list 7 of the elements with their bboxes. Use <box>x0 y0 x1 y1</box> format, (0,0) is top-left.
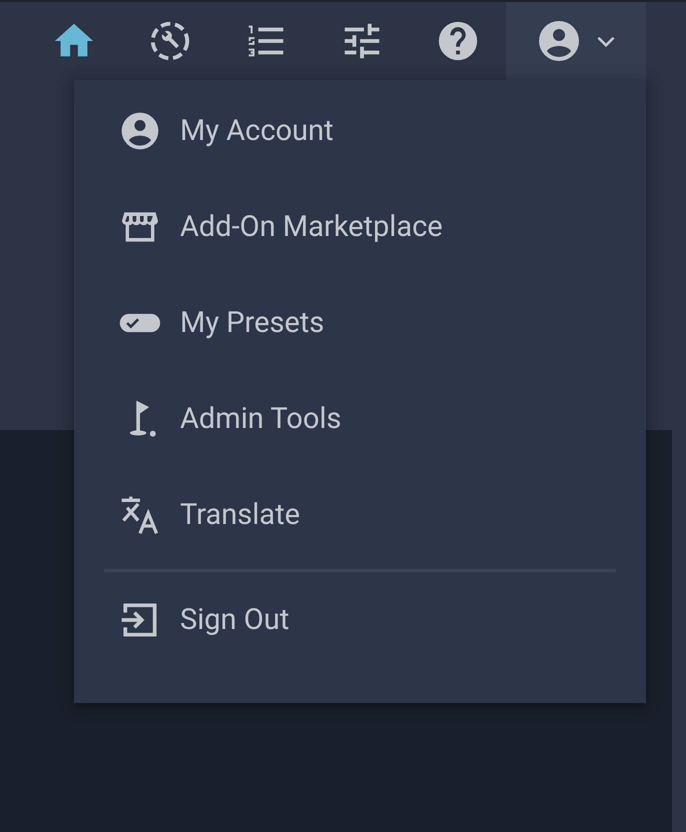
menu-item[interactable]: My Account <box>74 83 646 179</box>
menu-item[interactable]: Sign Out <box>74 572 646 668</box>
menu-item[interactable]: Translate <box>74 467 646 563</box>
menu-item[interactable]: My Presets <box>74 275 646 371</box>
menu-item[interactable]: Admin Tools <box>74 371 646 467</box>
menu-item[interactable]: Add-On Marketplace <box>74 179 646 275</box>
account-menu-button[interactable] <box>506 2 646 80</box>
